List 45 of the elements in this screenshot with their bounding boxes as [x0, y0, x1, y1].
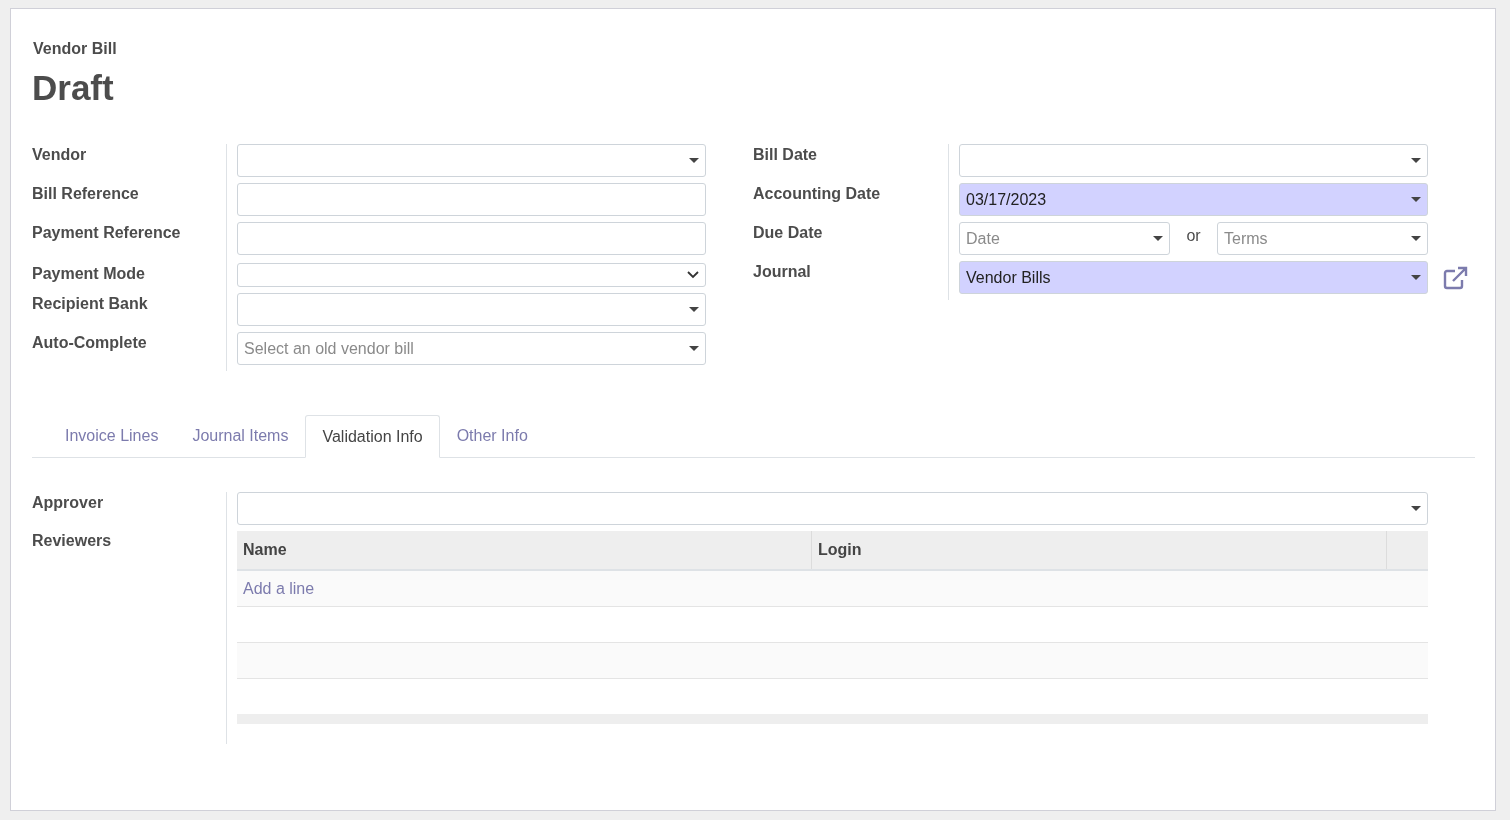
caret-down-icon — [1411, 158, 1421, 163]
dropdown-field[interactable] — [237, 263, 706, 287]
field-label: Accounting Date — [753, 184, 882, 204]
caret-down-icon — [1411, 197, 1421, 202]
field-label: Journal — [753, 262, 812, 282]
dropdown-field[interactable] — [237, 492, 1428, 525]
dropdown-field[interactable]: Date — [959, 222, 1170, 255]
caret-down-icon — [1411, 275, 1421, 280]
dropdown-field[interactable]: Vendor Bills — [959, 261, 1428, 294]
form-subtitle: Vendor Bill — [32, 39, 118, 59]
tab[interactable]: Other Info — [439, 415, 545, 457]
caret-down-icon — [689, 346, 699, 351]
caret-down-icon — [689, 307, 699, 312]
dropdown-field[interactable]: Select an old vendor bill — [237, 332, 706, 365]
field-label: Recipient Bank — [32, 294, 149, 314]
external-link-icon[interactable] — [1443, 265, 1469, 290]
caret-down-icon — [1411, 506, 1421, 511]
tab[interactable]: Invoice Lines — [48, 415, 176, 457]
field-label: Due Date — [753, 223, 824, 243]
record-status-title: Draft — [32, 68, 115, 108]
field-label: Approver — [32, 493, 105, 513]
tab[interactable]: Journal Items — [175, 415, 306, 457]
dropdown-field[interactable]: 03/17/2023 — [959, 183, 1428, 216]
tab[interactable]: Validation Info — [305, 415, 440, 458]
caret-down-icon — [1411, 236, 1421, 241]
caret-down-icon — [689, 158, 699, 163]
field-label: Bill Reference — [32, 184, 140, 204]
column-header: Login — [812, 531, 1387, 569]
dropdown-field[interactable] — [237, 144, 706, 177]
input-field[interactable] — [237, 222, 706, 255]
caret-down-icon — [1153, 236, 1163, 241]
field-label: Payment Mode — [32, 264, 146, 284]
dropdown-field[interactable] — [237, 293, 706, 326]
separator-text: or — [1185, 225, 1202, 246]
field-label: Vendor — [32, 145, 88, 165]
dropdown-field[interactable] — [959, 144, 1428, 177]
input-field[interactable] — [237, 183, 706, 216]
field-label: Bill Date — [753, 145, 818, 165]
column-header: Name — [237, 531, 812, 569]
field-label: Payment Reference — [32, 223, 182, 243]
field-label: Auto-Complete — [32, 333, 148, 353]
chevron-down-icon — [687, 271, 699, 279]
field-label: Reviewers — [32, 531, 113, 551]
add-line-link[interactable]: Add a line — [243, 576, 315, 601]
dropdown-field[interactable]: Terms — [1217, 222, 1428, 255]
